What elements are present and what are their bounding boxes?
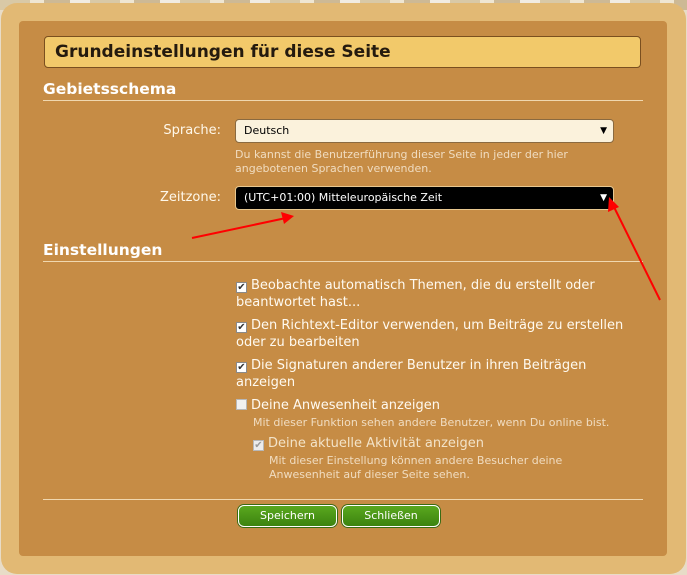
option-show-signatures[interactable]: ✔ Die Signaturen anderer Benutzer in ihre…	[236, 357, 626, 391]
timezone-select-value: (UTC+01:00) Mitteleuropäische Zeit	[244, 191, 443, 204]
checkbox-richtext-editor[interactable]: ✔	[236, 322, 247, 333]
option-richtext-editor[interactable]: ✔ Den Richtext-Editor verwenden, um Beitr…	[236, 317, 626, 351]
save-button[interactable]: Speichern	[238, 505, 337, 527]
language-select-value: Deutsch	[244, 124, 290, 137]
option-auto-watch[interactable]: ✔ Beobachte automatisch Themen, die du er…	[236, 277, 626, 311]
language-select[interactable]: Deutsch ▼	[235, 119, 614, 143]
settings-panel: Grundeinstellungen für diese Seite Gebie…	[19, 21, 667, 556]
timezone-label: Zeitzone:	[159, 190, 221, 205]
timezone-select[interactable]: (UTC+01:00) Mitteleuropäische Zeit ▼	[235, 186, 614, 210]
option-show-signatures-label: Die Signaturen anderer Benutzer in ihren…	[236, 358, 587, 390]
option-auto-watch-label: Beobachte automatisch Themen, die du ers…	[236, 278, 595, 310]
section-heading-settings: Einstellungen	[43, 241, 643, 262]
checkbox-show-signatures[interactable]: ✔	[236, 362, 247, 373]
language-hint: Du kannst die Benutzerführung dieser Sei…	[235, 148, 568, 175]
option-show-presence-label: Deine Anwesenheit anzeigen	[251, 398, 440, 413]
section-heading-locale: Gebietsschema	[43, 80, 643, 101]
presence-hint: Mit dieser Funktion sehen andere Benutze…	[253, 416, 610, 429]
option-show-activity-label: Deine aktuelle Aktivität anzeigen	[268, 436, 485, 451]
footer-divider	[43, 499, 643, 500]
chevron-down-icon: ▼	[600, 193, 607, 203]
option-richtext-editor-label: Den Richtext-Editor verwenden, um Beiträ…	[236, 318, 624, 350]
checkbox-auto-watch[interactable]: ✔	[236, 282, 247, 293]
checkbox-show-activity: ✔	[253, 440, 264, 451]
close-button[interactable]: Schließen	[342, 505, 440, 527]
language-label: Sprache:	[163, 123, 221, 138]
checkbox-show-presence[interactable]	[236, 399, 247, 410]
option-show-presence[interactable]: Deine Anwesenheit anzeigen	[236, 397, 626, 414]
chevron-down-icon: ▼	[600, 126, 607, 136]
dialog-title: Grundeinstellungen für diese Seite	[44, 36, 641, 68]
activity-hint: Mit dieser Einstellung können andere Bes…	[269, 454, 563, 481]
option-show-activity: ✔ Deine aktuelle Aktivität anzeigen	[253, 435, 623, 452]
settings-dialog: Grundeinstellungen für diese Seite Gebie…	[1, 3, 686, 574]
